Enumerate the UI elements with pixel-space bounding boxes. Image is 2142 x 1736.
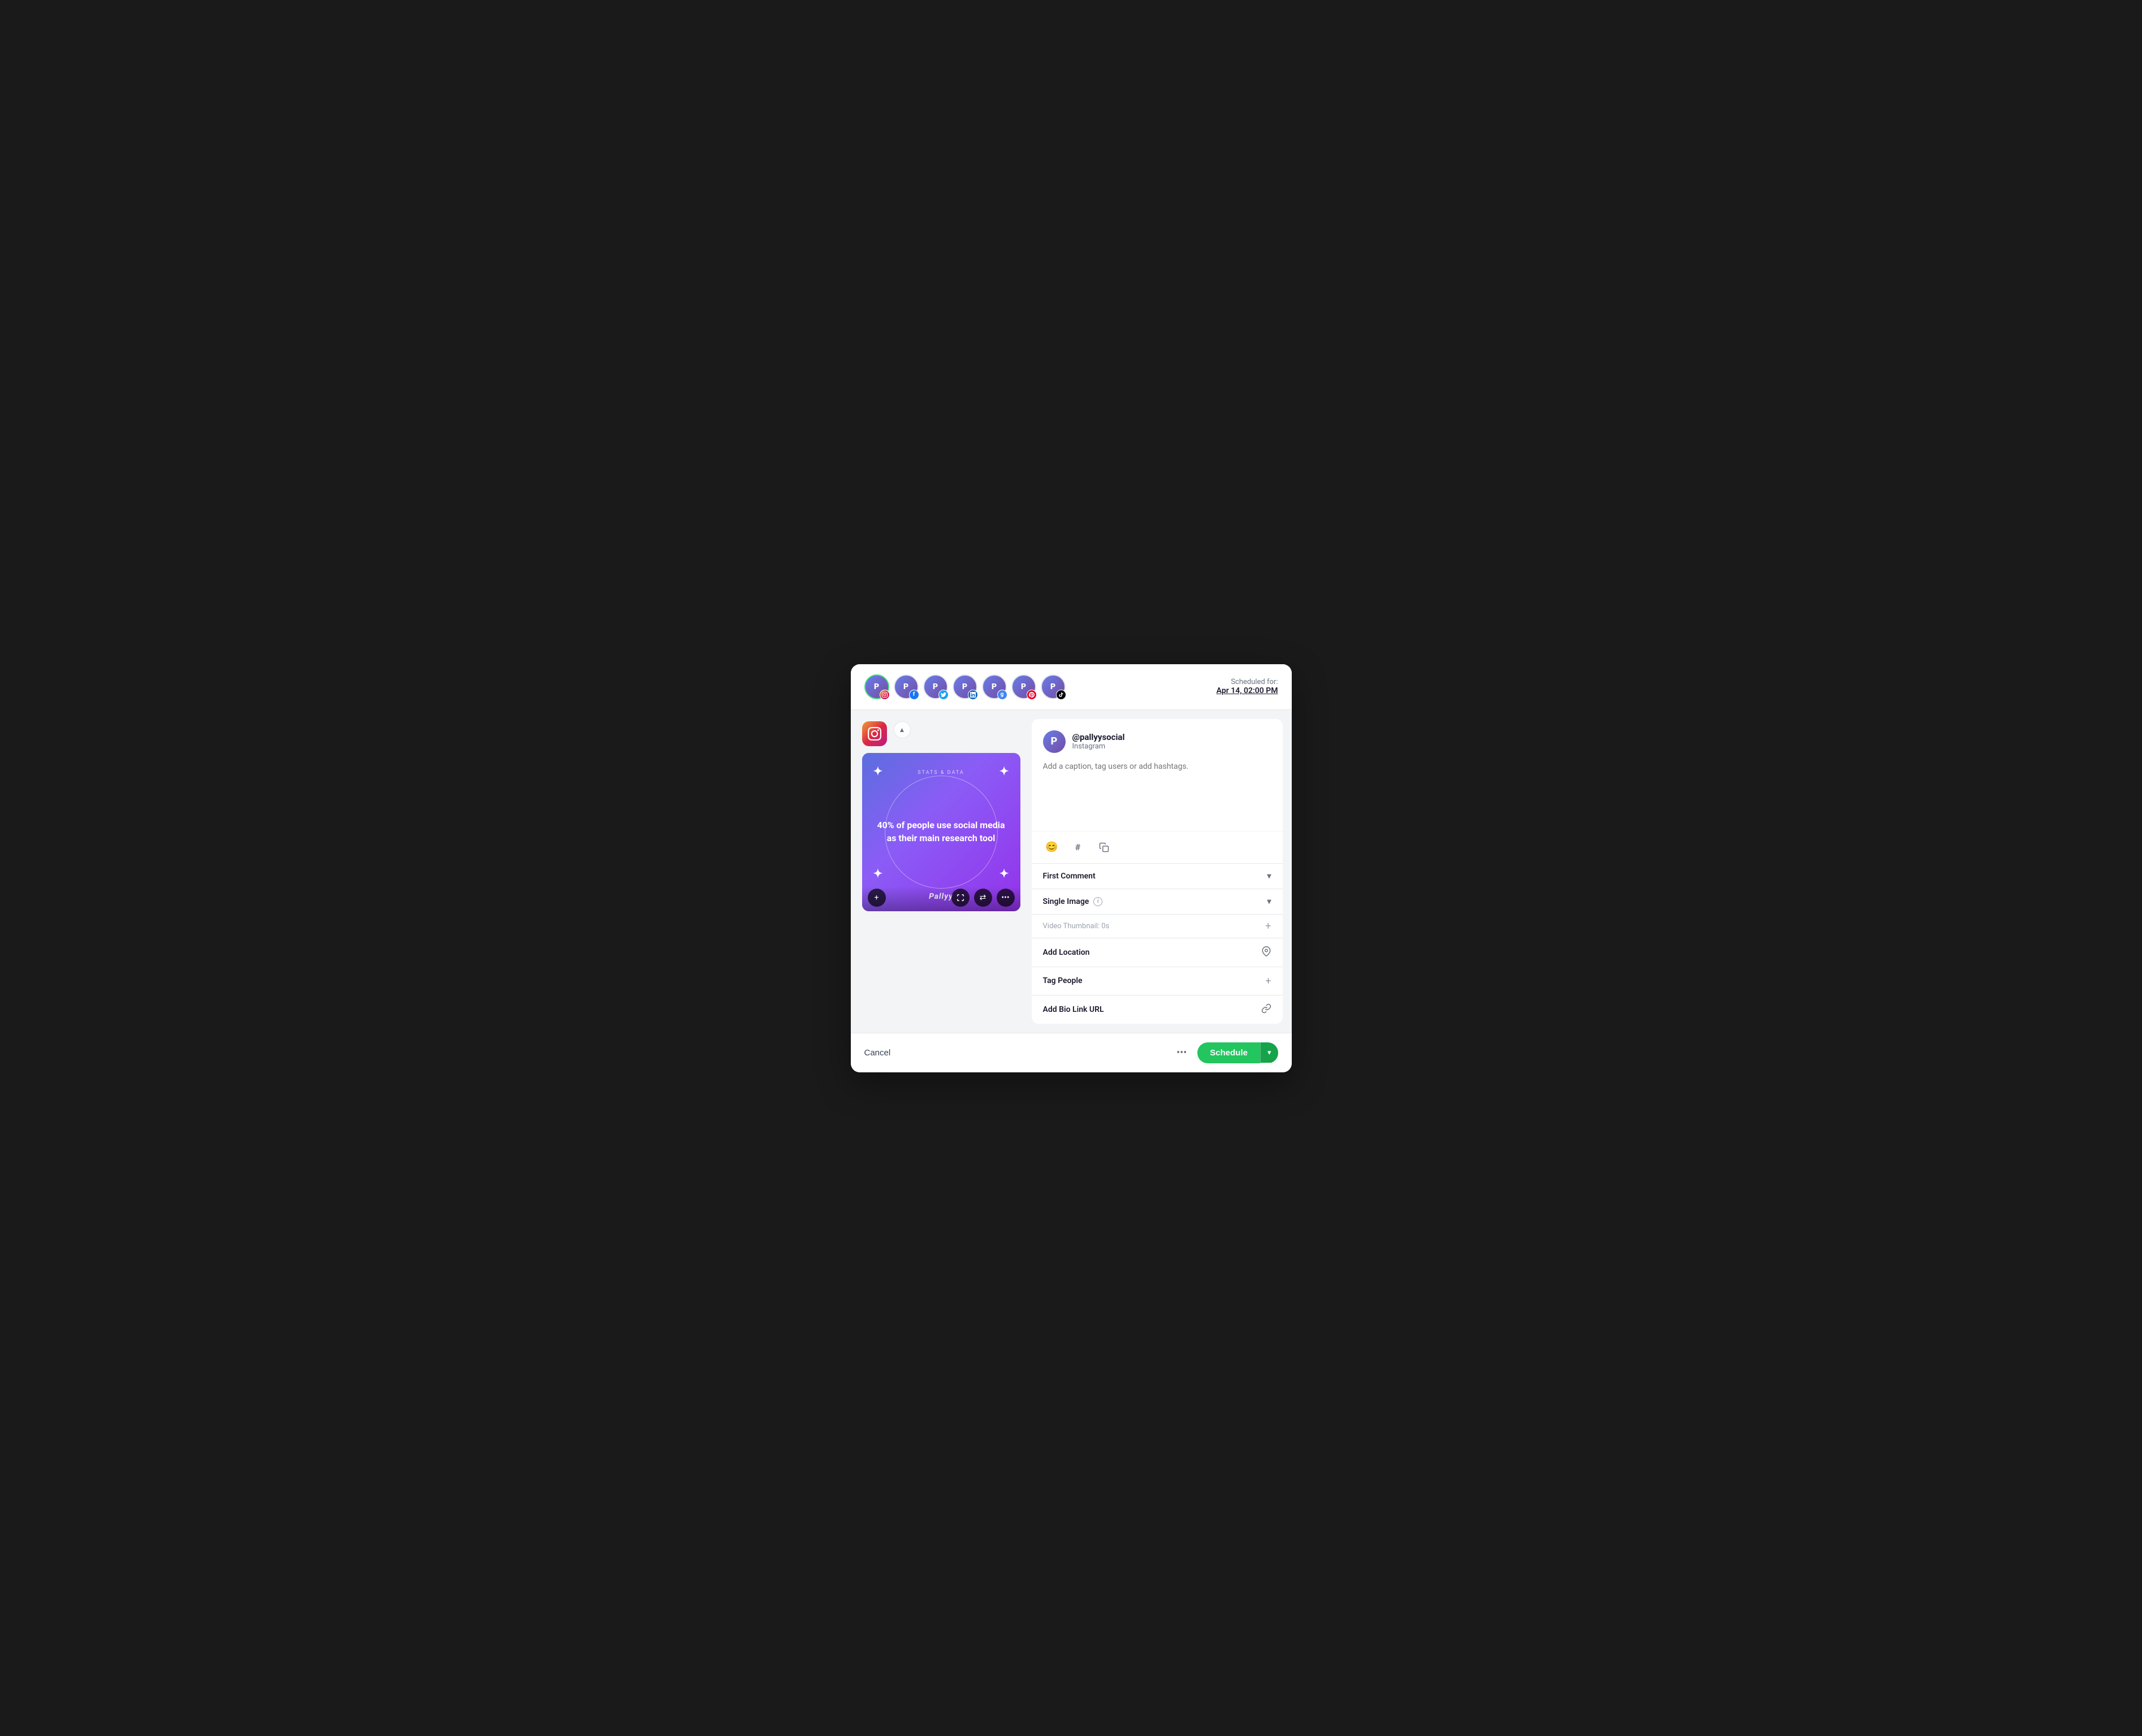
scheduled-date[interactable]: Apr 14, 02:00 PM	[1217, 686, 1278, 695]
tiktok-badge	[1056, 690, 1066, 700]
more-actions-button[interactable]: •••	[1171, 1042, 1192, 1063]
linkedin-badge	[968, 690, 978, 700]
caption-section: P @pallyysocial Instagram	[1032, 719, 1283, 831]
link-icon	[1261, 1003, 1271, 1016]
platform-icon-pinterest[interactable]: P	[1011, 674, 1036, 699]
tag-people-header[interactable]: Tag People +	[1032, 967, 1283, 995]
add-location-section: Add Location	[1032, 938, 1283, 967]
first-comment-header[interactable]: First Comment ▾	[1032, 864, 1283, 889]
preview-bottom-bar: + ⇄ •••	[862, 886, 1020, 911]
instagram-badge	[880, 690, 890, 700]
more-options-button[interactable]: •••	[997, 889, 1015, 907]
platform-icon-google[interactable]: P g	[982, 674, 1007, 699]
platform-icons-row: P ✓ P f P P	[864, 674, 1066, 699]
single-image-section: Single Image i ▾	[1032, 889, 1283, 914]
schedule-button-group: Schedule ▾	[1197, 1042, 1278, 1063]
platform-icon-linkedin[interactable]: P	[953, 674, 977, 699]
bio-link-section: Add Bio Link URL	[1032, 995, 1283, 1024]
caption-input[interactable]	[1043, 761, 1271, 817]
instagram-platform-icon	[862, 721, 887, 746]
pinterest-badge	[1027, 690, 1037, 700]
first-comment-section: First Comment ▾	[1032, 863, 1283, 889]
account-username: @pallyysocial	[1072, 732, 1125, 742]
sparkle-br: ✦	[999, 867, 1009, 880]
platform-header: P ✓ P f P P	[851, 664, 1292, 710]
single-image-label-group: Single Image i	[1043, 897, 1103, 906]
first-comment-label: First Comment	[1043, 872, 1096, 881]
first-comment-chevron: ▾	[1267, 872, 1271, 881]
platform-icon-twitter[interactable]: P	[923, 674, 948, 699]
google-badge: g	[997, 690, 1007, 700]
left-panel: ▲ STATS & DATA ✦ ✦ ✦ ✦ 40% of people use…	[851, 710, 1032, 1033]
sparkle-tr: ✦	[999, 764, 1009, 778]
right-panel: P @pallyysocial Instagram 😊 #	[1032, 719, 1283, 1024]
add-location-label: Add Location	[1043, 948, 1090, 957]
footer-right: ••• Schedule ▾	[1171, 1042, 1278, 1063]
post-preview: STATS & DATA ✦ ✦ ✦ ✦ 40% of people use s…	[862, 753, 1020, 911]
schedule-button[interactable]: Schedule	[1197, 1042, 1260, 1063]
add-media-button[interactable]: +	[868, 889, 886, 907]
tag-people-label: Tag People	[1043, 976, 1083, 985]
toolbar-row: 😊 #	[1032, 831, 1283, 863]
sparkle-tl: ✦	[873, 764, 883, 778]
scheduled-for-label: Scheduled for:	[1231, 678, 1278, 686]
bio-link-header[interactable]: Add Bio Link URL	[1032, 995, 1283, 1024]
emoji-button[interactable]: 😊	[1043, 838, 1061, 856]
video-thumbnail-add-button[interactable]: +	[1265, 920, 1271, 932]
facebook-badge: f	[909, 690, 919, 700]
account-row: P @pallyysocial Instagram	[1043, 730, 1271, 753]
tag-people-section: Tag People +	[1032, 967, 1283, 995]
hashtag-button[interactable]: #	[1069, 838, 1087, 856]
platform-icon-facebook[interactable]: P f	[894, 674, 919, 699]
account-platform: Instagram	[1072, 742, 1125, 751]
location-icon	[1261, 946, 1271, 959]
video-thumbnail-label: Video Thumbnail: 0s	[1043, 922, 1110, 930]
stats-label: STATS & DATA	[918, 770, 964, 776]
swap-button[interactable]: ⇄	[974, 889, 992, 907]
tag-people-add-icon: +	[1265, 975, 1271, 987]
info-icon: i	[1093, 897, 1102, 906]
account-avatar: P	[1043, 730, 1066, 753]
cancel-button[interactable]: Cancel	[864, 1048, 891, 1058]
single-image-label: Single Image	[1043, 897, 1089, 906]
platform-icon-tiktok[interactable]: P	[1041, 674, 1066, 699]
expand-button[interactable]	[951, 889, 970, 907]
add-location-header[interactable]: Add Location	[1032, 938, 1283, 967]
video-thumbnail-row: Video Thumbnail: 0s +	[1032, 914, 1283, 938]
modal-body: ▲ STATS & DATA ✦ ✦ ✦ ✦ 40% of people use…	[851, 710, 1292, 1033]
bio-link-label: Add Bio Link URL	[1043, 1005, 1104, 1014]
single-image-header[interactable]: Single Image i ▾	[1032, 889, 1283, 914]
modal-container: P ✓ P f P P	[851, 664, 1292, 1072]
modal-footer: Cancel ••• Schedule ▾	[851, 1033, 1292, 1072]
scheduled-info: Scheduled for: Apr 14, 02:00 PM	[1217, 678, 1278, 695]
collapse-button[interactable]: ▲	[894, 721, 911, 738]
sparkle-bl: ✦	[873, 867, 883, 880]
schedule-dropdown-button[interactable]: ▾	[1260, 1042, 1278, 1063]
single-image-chevron: ▾	[1267, 897, 1271, 906]
twitter-badge	[938, 690, 949, 700]
copy-caption-button[interactable]	[1095, 838, 1113, 856]
platform-icon-instagram[interactable]: P ✓	[864, 674, 889, 699]
post-body-text: 40% of people use social media as their …	[873, 819, 1009, 845]
